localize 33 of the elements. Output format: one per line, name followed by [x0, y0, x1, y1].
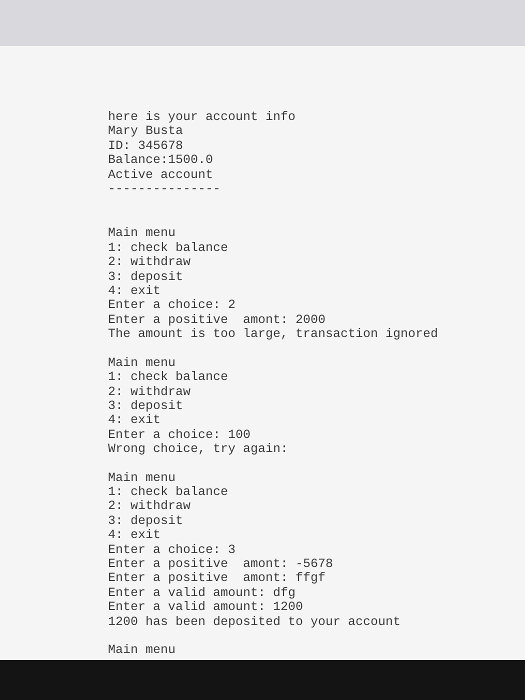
console-line: 1: check balance — [108, 240, 228, 256]
console-line: Enter a valid amount: dfg — [108, 586, 296, 600]
console-line: Balance:1500.0 — [108, 153, 214, 168]
console-line: 1: check balance — [108, 370, 228, 384]
console-line: Enter a positive amont: ffgf — [108, 571, 326, 586]
console-line: 4: exit — [108, 528, 161, 543]
console-line: 2: withdraw — [108, 255, 191, 270]
console-line: here is your account info — [108, 110, 296, 124]
console-line: Main menu — [108, 643, 176, 658]
console-line: 1: check balance — [108, 484, 228, 500]
console-line: 3: deposit — [108, 398, 184, 414]
console-line: Enter a valid amount: 1200 — [108, 600, 304, 615]
console-line: The amount is too large, transaction ignored — [108, 327, 438, 342]
console-line: 3: deposit — [108, 514, 184, 528]
console-line: Mary Busta — [108, 124, 184, 139]
console-line: --------------- — [108, 182, 221, 196]
console-line: Enter a choice: 100 — [108, 428, 251, 442]
console-line: Active account — [108, 168, 214, 182]
console-line: Enter a positive amont: -5678 — [108, 556, 334, 572]
console-line: Main menu — [108, 470, 176, 485]
console-line: 2: withdraw — [108, 384, 191, 399]
console-line: Wrong choice, try again: — [108, 442, 288, 457]
console-line: ID: 345678 — [108, 138, 184, 154]
console-line: 1200 has been deposited to your account — [108, 614, 401, 629]
console-line: 4: exit — [108, 284, 161, 298]
console-line: Enter a choice: 3 — [108, 542, 236, 557]
console-line: Enter a choice: 2 — [108, 298, 236, 313]
console-line: Main menu — [108, 356, 176, 370]
console-line: 2: withdraw — [108, 499, 191, 514]
console-line: 4: exit — [108, 413, 161, 428]
console-line: Main menu — [108, 226, 176, 241]
console-line: 3: deposit — [108, 270, 184, 284]
console-line: Enter a positive amont: 2000 — [108, 312, 326, 328]
